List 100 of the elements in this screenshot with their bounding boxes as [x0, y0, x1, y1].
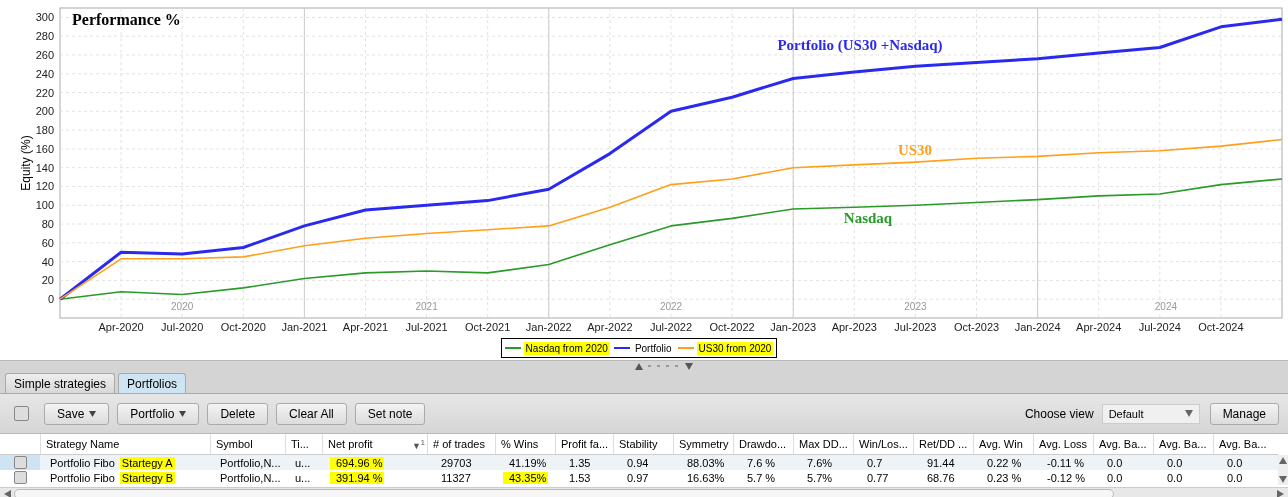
tick-label: 120 — [35, 180, 54, 193]
column-header[interactable]: Ret/DD ... — [913, 434, 973, 454]
table-cell: 694.96 % — [330, 456, 385, 469]
series-annotation: Portfolio (US30 +Nasdaq) — [777, 37, 943, 53]
column-header[interactable]: Drawdo... — [733, 434, 793, 454]
tick-label: Apr-2023 — [831, 321, 877, 333]
tab[interactable]: Simple strategies — [5, 373, 116, 393]
table-cell-text: 0.7 — [866, 456, 884, 469]
table-cell-text: 16.63% — [686, 471, 726, 484]
table-cell-text: 0.23 % — [986, 471, 1023, 484]
table-cell-text: 0.94 — [626, 456, 650, 469]
table-cell: Startegy B — [119, 471, 176, 484]
column-header[interactable]: Max DD... — [793, 434, 853, 454]
tick-label: Jul-2022 — [649, 321, 693, 333]
table-cell-text: 7.6 % — [746, 456, 777, 469]
tick-label: Jul-2024 — [1138, 321, 1181, 333]
table-cell-text: 7.6% — [806, 456, 834, 469]
tick-label: 160 — [35, 142, 54, 155]
table-cell-text: 1.53 — [568, 471, 592, 484]
table-cell-text: 0.22 % — [986, 456, 1023, 469]
tick-label: 60 — [41, 236, 54, 249]
column-header[interactable]: Symbol — [210, 434, 285, 454]
scrollbar-thumb[interactable] — [14, 488, 1114, 497]
tick-label: 280 — [35, 30, 54, 43]
table-cell-text: 88.03% — [686, 456, 726, 469]
table-row[interactable]: Portfolio Fibo Startegy B Portfolio,N... u... 391.94 % 11327 43.35% 1.53 0.97 16.63% 5.7 % 5.7% 0.77 68.76 0.23 % -0.12 % 0.0 0.0 0.0 — [0, 470, 1278, 485]
column-header[interactable]: Avg. Ba... — [1093, 434, 1153, 454]
caret-icon — [1184, 410, 1193, 417]
legend-label: Nasdaq from 2020 — [523, 341, 610, 355]
tick-label: Apr-2022 — [587, 321, 633, 333]
table-row[interactable]: Portfolio Fibo Startegy A Portfolio,N... u... 694.96 % 29703 41.19% 1.35 0.94 88.03% 7.6 % 7.6% 0.7 91.44 0.22 % -0.11 % 0.0 0.0 0.0 — [0, 455, 1278, 470]
column-header[interactable]: Avg. Win — [973, 434, 1033, 454]
table-cell-text: 11327 — [440, 471, 472, 484]
year-label: 2022 — [659, 301, 683, 312]
tick-label: 80 — [41, 218, 54, 231]
table-cell-text: 0.0 — [1226, 456, 1244, 469]
manage-button[interactable]: Manage — [1209, 402, 1279, 425]
tick-label: Jan-2024 — [1014, 321, 1061, 333]
toolbar-button[interactable]: Clear All — [276, 402, 347, 425]
column-header[interactable]: Avg. Ba... — [1153, 434, 1213, 454]
grip-icon[interactable] — [647, 364, 681, 368]
scroll-right-icon[interactable] — [1277, 489, 1284, 497]
column-header[interactable]: Net profit ▼$^{1}$ — [322, 434, 427, 454]
table-cell-text: 5.7 % — [746, 471, 777, 484]
scroll-left-icon[interactable] — [4, 489, 11, 497]
column-header[interactable]: Avg. Ba... — [1213, 434, 1271, 454]
series-annotation: US30 — [897, 142, 933, 158]
tick-label: Oct-2024 — [1198, 321, 1244, 333]
table-cell-text: Portfolio,N... — [219, 456, 282, 469]
toolbar-button[interactable]: Save — [44, 402, 110, 425]
column-header[interactable]: % Wins — [495, 434, 555, 454]
table-cell-text: Portfolio Fibo — [49, 456, 116, 469]
year-label: 2021 — [415, 301, 438, 312]
tick-label: Oct-2021 — [465, 321, 511, 333]
column-header[interactable]: Avg. Loss — [1033, 434, 1093, 454]
column-header[interactable]: Ti... — [285, 434, 322, 454]
table-cell-text: u... — [294, 456, 312, 469]
row-checkbox[interactable] — [14, 456, 27, 469]
tick-label: Oct-2023 — [953, 321, 1000, 333]
column-header[interactable]: Profit fa... — [555, 434, 613, 454]
table-cell-text: 68.76 — [926, 471, 956, 484]
column-header[interactable]: Strategy Name — [40, 434, 210, 454]
tick-label: 260 — [35, 48, 54, 61]
table-cell: 43.35% — [503, 471, 549, 484]
tick-label: 200 — [35, 105, 54, 118]
view-dropdown[interactable]: Default — [1101, 403, 1200, 424]
legend-line-icon — [613, 346, 630, 350]
table-cell-text: 0.77 — [866, 471, 890, 484]
column-header[interactable]: Stability — [613, 434, 673, 454]
table-cell-text: Portfolio,N... — [219, 471, 282, 484]
table-cell-text: 0.97 — [626, 471, 650, 484]
column-header[interactable]: # of trades — [427, 434, 495, 454]
table-cell: 391.94 % — [330, 471, 385, 484]
select-all-checkbox[interactable] — [14, 406, 29, 421]
column-header[interactable]: Win/Los... — [853, 434, 913, 454]
tick-label: 140 — [35, 161, 54, 174]
tick-label: 100 — [35, 199, 54, 212]
row-checkbox[interactable] — [14, 471, 27, 484]
table-cell-text: 5.7% — [806, 471, 834, 484]
tick-label: Oct-2022 — [709, 321, 755, 333]
tick-label: Apr-2020 — [98, 321, 144, 333]
table-cell-text: 29703 — [440, 456, 473, 469]
tab[interactable]: Portfolios — [118, 373, 187, 393]
year-label: 2024 — [1154, 301, 1178, 312]
toolbar-button[interactable]: Portfolio — [117, 402, 200, 425]
tick-label: 240 — [35, 67, 54, 80]
toolbar-button[interactable]: Set note — [354, 402, 426, 425]
scroll-down-icon[interactable] — [1279, 476, 1287, 483]
tick-label: 20 — [41, 274, 54, 287]
table-cell-text: u... — [294, 471, 312, 484]
tick-label: Jan-2021 — [281, 321, 328, 333]
table-cell-text: -0.12 % — [1046, 471, 1086, 484]
tick-label: Jul-2021 — [405, 321, 448, 333]
scroll-up-icon[interactable] — [1279, 457, 1287, 464]
toolbar-button[interactable]: Delete — [207, 402, 269, 425]
legend-label: US30 from 2020 — [696, 341, 774, 355]
tick-label: 0 — [47, 293, 54, 306]
column-header[interactable]: Symmetry — [673, 434, 733, 454]
table-cell-text: 1.35 — [568, 456, 592, 469]
tick-label: 40 — [41, 255, 54, 268]
